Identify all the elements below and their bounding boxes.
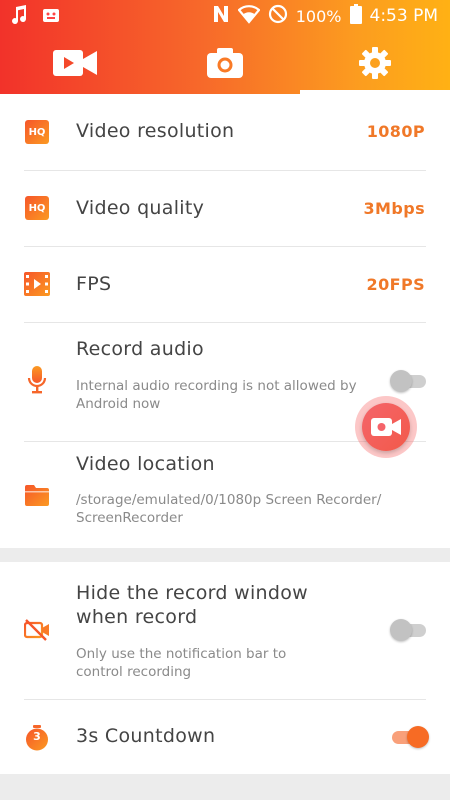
setting-subtitle-line1: Internal audio recording is not allowed … [76,378,357,394]
do-not-disturb-icon [268,4,288,28]
setting-subtitle-line1: Only use the notification bar to [76,646,287,662]
setting-video-quality[interactable]: HQ Video quality 3Mbps [0,171,450,246]
setting-value: 1080P [366,122,425,141]
wifi-icon [237,4,261,28]
setting-value: 20FPS [366,275,425,294]
setting-title-line2: when record [76,606,198,628]
tab-screenshot[interactable] [150,36,300,94]
clock: 4:53 PM [369,6,439,26]
setting-hide-record-window[interactable]: Hide the record window when record Only … [0,562,450,699]
battery-icon [349,4,362,28]
floating-record-button[interactable] [355,396,417,458]
status-bar: 100% 4:53 PM [0,0,450,32]
hide-window-toggle[interactable] [390,619,426,641]
countdown-badge: 3 [33,730,41,743]
tab-settings[interactable] [300,36,450,94]
setting-countdown[interactable]: 3 3s Countdown [0,700,450,774]
timer-icon: 3 [24,725,50,751]
camera-off-icon [24,617,50,643]
countdown-toggle[interactable] [392,726,429,748]
nfc-icon [212,4,230,28]
setting-title-line1: Hide the record window [76,582,308,604]
setting-video-resolution[interactable]: HQ Video resolution 1080P [0,94,450,170]
music-note-icon [10,5,28,29]
video-camera-icon [53,48,97,82]
setting-subtitle-line2: Android now [76,396,161,412]
record-video-icon [362,403,410,451]
hq-icon: HQ [24,195,50,221]
record-audio-toggle[interactable] [390,370,426,392]
folder-icon [24,482,50,508]
tab-bar [0,36,450,94]
tab-video[interactable] [0,36,150,94]
setting-title: Video location [76,453,215,475]
setting-subtitle-line1: /storage/emulated/0/1080p Screen Recorde… [76,492,382,508]
setting-value: 3Mbps [363,199,425,218]
android-icon [42,6,60,28]
battery-percent: 100% [295,6,342,26]
setting-fps[interactable]: FPS 20FPS [0,247,450,322]
setting-title: Record audio [76,338,204,360]
setting-title: 3s Countdown [76,725,216,747]
app-header: 100% 4:53 PM [0,0,450,94]
setting-subtitle-line2: ScreenRecorder [76,510,183,526]
setting-title: Video quality [76,197,205,219]
settings-card-behavior: Hide the record window when record Only … [0,562,450,774]
camera-icon [207,48,243,82]
setting-title: Video resolution [76,120,235,142]
hq-icon: HQ [24,119,50,145]
setting-subtitle-line2: control recording [76,664,192,680]
film-icon [24,271,50,297]
setting-title: FPS [76,273,112,295]
settings-card-recording: HQ Video resolution 1080P HQ Video quali… [0,94,450,548]
microphone-icon [24,366,50,394]
gear-icon [358,46,392,84]
